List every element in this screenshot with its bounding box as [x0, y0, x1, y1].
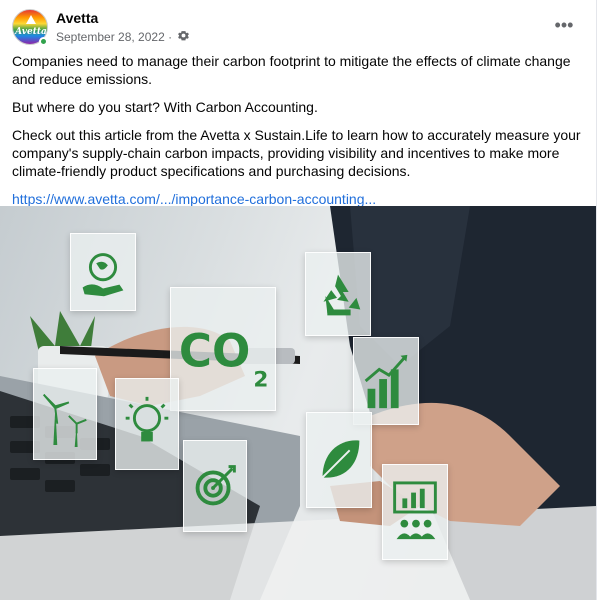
- online-status-dot: [39, 37, 48, 46]
- post-header: Avetta Avetta September 28, 2022 · •••: [12, 9, 584, 49]
- wind-turbine-icon: [33, 368, 97, 460]
- post-card: Avetta Avetta September 28, 2022 · ••• C…: [0, 0, 597, 600]
- meta-separator: ·: [168, 29, 173, 44]
- article-link[interactable]: https://www.avetta.com/.../importance-ca…: [12, 191, 376, 207]
- recycle-icon: [305, 252, 371, 336]
- leaf-icon: [306, 412, 372, 508]
- co2-icon: CO 2: [170, 287, 276, 411]
- avatar-logo-mark: [26, 15, 36, 24]
- post-paragraph-3: Check out this article from the Avetta x…: [12, 127, 581, 179]
- target-icon: [183, 440, 247, 532]
- post-paragraph-1: Companies need to manage their carbon fo…: [12, 53, 571, 87]
- gear-icon[interactable]: [178, 30, 190, 44]
- post-meta: September 28, 2022 ·: [56, 29, 190, 44]
- globe-hand-icon: [70, 233, 136, 311]
- lightbulb-icon: [115, 378, 179, 470]
- avatar-label: Avetta: [15, 27, 47, 37]
- page-name[interactable]: Avetta: [56, 10, 98, 26]
- post-paragraph-2: But where do you start? With Carbon Acco…: [12, 99, 318, 115]
- post-date[interactable]: September 28, 2022: [56, 30, 165, 44]
- presentation-icon: [382, 464, 448, 560]
- post-image[interactable]: CO 2: [0, 206, 596, 600]
- co2-text: CO: [179, 325, 250, 378]
- more-icon[interactable]: •••: [552, 15, 576, 39]
- co2-subscript: 2: [253, 367, 268, 392]
- post-text: Companies need to manage their carbon fo…: [12, 52, 584, 218]
